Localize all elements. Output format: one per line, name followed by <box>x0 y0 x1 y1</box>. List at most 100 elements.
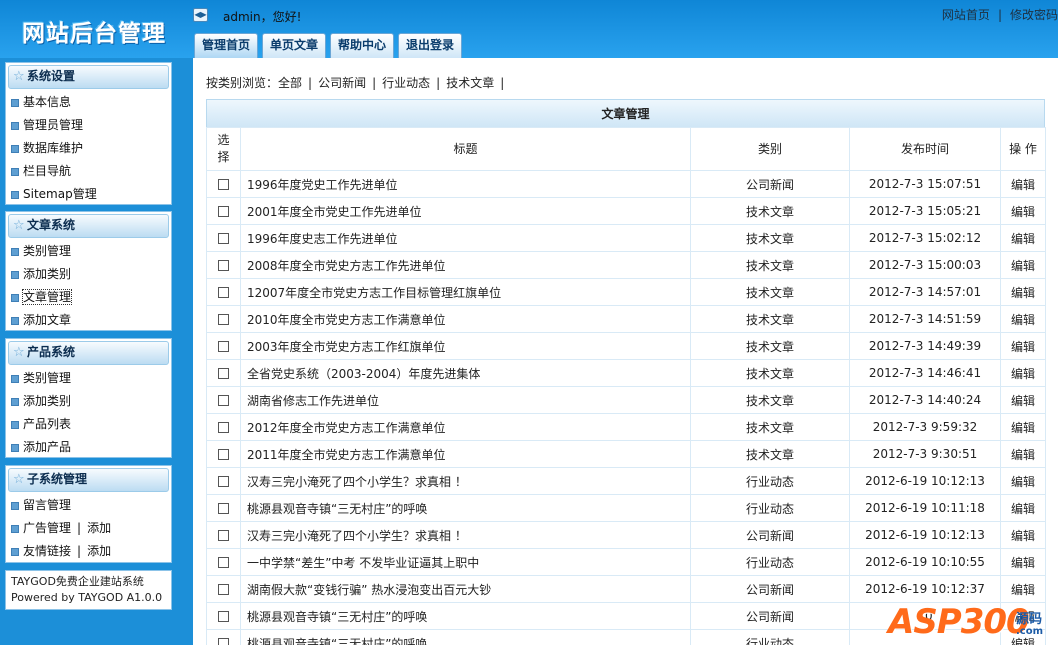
row-date: 2012-6-19 10:10:55 <box>849 548 1001 576</box>
row-edit-link[interactable]: 编辑 <box>1000 548 1046 576</box>
row-checkbox[interactable] <box>218 638 229 645</box>
header-select: 选择 <box>206 127 241 171</box>
row-title[interactable]: 汉寿三完小淹死了四个小学生？求真相 ！ <box>240 467 691 495</box>
row-edit-link[interactable]: 编辑 <box>1000 278 1046 306</box>
sidebar-item-sitemap[interactable]: Sitemap管理 <box>6 183 171 206</box>
row-checkbox[interactable] <box>218 314 229 325</box>
row-edit-link[interactable]: 编辑 <box>1000 251 1046 279</box>
row-title[interactable]: 湖南假大款“变钱行骗” 热水浸泡变出百元大钞 <box>240 575 691 603</box>
row-title[interactable]: 2003年度全市党史方志工作红旗单位 <box>240 332 691 360</box>
sidebar-item-label: 栏目导航 <box>23 164 72 178</box>
row-title[interactable]: 一中学禁“差生”中考 不发毕业证逼其上职中 <box>240 548 691 576</box>
filter-all[interactable]: 全部 <box>278 76 302 90</box>
sidebar-item-database[interactable]: 数据库维护 <box>6 137 171 160</box>
row-title[interactable]: 1996年度史志工作先进单位 <box>240 224 691 252</box>
row-category: 行业动态 <box>690 467 850 495</box>
sidebar-item-add-product[interactable]: 添加产品 <box>6 436 171 459</box>
row-category: 技术文章 <box>690 224 850 252</box>
row-title[interactable]: 全省党史系统（2003-2004）年度先进集体 <box>240 359 691 387</box>
row-edit-link[interactable]: 编辑 <box>1000 332 1046 360</box>
sidebar-item-label: 添加类别 <box>23 267 72 281</box>
tab-admin-home[interactable]: 管理首页 <box>194 33 259 58</box>
row-edit-link[interactable]: 编辑 <box>1000 224 1046 252</box>
row-category: 技术文章 <box>690 278 850 306</box>
row-edit-link[interactable]: 编辑 <box>1000 521 1046 549</box>
sidebar-toggle-icon[interactable]: ◀▶ <box>193 8 208 22</box>
row-edit-link[interactable]: 编辑 <box>1000 440 1046 468</box>
row-checkbox[interactable] <box>218 341 229 352</box>
filter-label: 按类别浏览： <box>206 76 279 90</box>
row-checkbox[interactable] <box>218 503 229 514</box>
row-checkbox[interactable] <box>218 449 229 460</box>
row-edit-link[interactable]: 编辑 <box>1000 359 1046 387</box>
sidebar-item-product-category[interactable]: 类别管理 <box>6 367 171 390</box>
row-title[interactable]: 2010年度全市党史方志工作满意单位 <box>240 305 691 333</box>
panel-title-label: 产品系统 <box>27 345 76 359</box>
filter-industry[interactable]: 行业动态 <box>382 76 430 90</box>
add-friend-link[interactable]: 添加 <box>87 544 111 558</box>
row-title[interactable]: 1996年度党史工作先进单位 <box>240 170 691 198</box>
row-checkbox[interactable] <box>218 179 229 190</box>
row-edit-link[interactable]: 编辑 <box>1000 494 1046 522</box>
sidebar-item-add-product-category[interactable]: 添加类别 <box>6 390 171 413</box>
row-checkbox[interactable] <box>218 611 229 622</box>
row-title[interactable]: 12007年度全市党史方志工作目标管理红旗单位 <box>240 278 691 306</box>
filter-tech[interactable]: 技术文章 <box>446 76 494 90</box>
row-title[interactable]: 汉寿三完小淹死了四个小学生？求真相 ！ <box>240 521 691 549</box>
row-checkbox[interactable] <box>218 584 229 595</box>
row-checkbox[interactable] <box>218 233 229 244</box>
row-checkbox[interactable] <box>218 287 229 298</box>
top-link-separator: | <box>997 8 1002 22</box>
sidebar-item-add-article[interactable]: 添加文章 <box>6 309 171 332</box>
row-edit-link[interactable]: 编辑 <box>1000 170 1046 198</box>
row-title[interactable]: 湖南省修志工作先进单位 <box>240 386 691 414</box>
star-icon: ☆ <box>13 218 25 233</box>
home-link[interactable]: 网站首页 <box>942 8 990 22</box>
sidebar-item-article-category[interactable]: 类别管理 <box>6 240 171 263</box>
row-checkbox[interactable] <box>218 368 229 379</box>
sidebar-item-label: 类别管理 <box>23 371 72 385</box>
change-password-link[interactable]: 修改密码 <box>1010 8 1058 22</box>
row-date: 2012-7-3 15:02:12 <box>849 224 1001 252</box>
sidebar-item-label: 管理员管理 <box>23 118 84 132</box>
row-checkbox[interactable] <box>218 422 229 433</box>
row-title[interactable]: 2011年度全市党史方志工作满意单位 <box>240 440 691 468</box>
sidebar-item-guestbook[interactable]: 留言管理 <box>6 494 171 517</box>
row-title[interactable]: 桃源县观音寺镇“三无村庄”的呼唤 <box>240 629 691 645</box>
row-checkbox[interactable] <box>218 206 229 217</box>
row-title[interactable]: 桃源县观音寺镇“三无村庄”的呼唤 <box>240 494 691 522</box>
table-row: 2001年度全市党史工作先进单位 技术文章 2012-7-3 15:05:21 编辑 <box>206 197 1046 225</box>
row-title[interactable]: 2012年度全市党史方志工作满意单位 <box>240 413 691 441</box>
row-title[interactable]: 2008年度全市党史方志工作先进单位 <box>240 251 691 279</box>
row-title[interactable]: 2001年度全市党史工作先进单位 <box>240 197 691 225</box>
sidebar-item-basic-info[interactable]: 基本信息 <box>6 91 171 114</box>
add-ad-link[interactable]: 添加 <box>87 521 111 535</box>
sidebar-item-ads[interactable]: 广告管理 | 添加 <box>6 517 171 540</box>
sidebar-item-friend-links[interactable]: 友情链接 | 添加 <box>6 540 171 563</box>
table-row: 桃源县观音寺镇“三无村庄”的呼唤 行业动态 2012-6-19 10:11:18 编辑 <box>206 494 1046 522</box>
row-checkbox[interactable] <box>218 476 229 487</box>
sidebar-item-product-list[interactable]: 产品列表 <box>6 413 171 436</box>
filter-company-news[interactable]: 公司新闻 <box>318 76 366 90</box>
row-checkbox[interactable] <box>218 260 229 271</box>
tab-logout[interactable]: 退出登录 <box>398 33 463 58</box>
row-category: 公司新闻 <box>690 521 850 549</box>
row-title[interactable]: 桃源县观音寺镇“三无村庄”的呼唤 <box>240 602 691 630</box>
tab-single-page[interactable]: 单页文章 <box>262 33 327 58</box>
bullet-icon <box>11 122 19 130</box>
sidebar-item-navigation[interactable]: 栏目导航 <box>6 160 171 183</box>
row-edit-link[interactable]: 编辑 <box>1000 386 1046 414</box>
row-checkbox[interactable] <box>218 557 229 568</box>
sidebar-item-admin-manage[interactable]: 管理员管理 <box>6 114 171 137</box>
row-select-cell <box>206 386 241 414</box>
sidebar-item-article-manage[interactable]: 文章管理 <box>6 286 171 309</box>
row-select-cell <box>206 224 241 252</box>
row-edit-link[interactable]: 编辑 <box>1000 467 1046 495</box>
tab-help-center[interactable]: 帮助中心 <box>330 33 395 58</box>
row-checkbox[interactable] <box>218 395 229 406</box>
sidebar-item-add-article-category[interactable]: 添加类别 <box>6 263 171 286</box>
row-edit-link[interactable]: 编辑 <box>1000 413 1046 441</box>
row-checkbox[interactable] <box>218 530 229 541</box>
row-edit-link[interactable]: 编辑 <box>1000 197 1046 225</box>
row-edit-link[interactable]: 编辑 <box>1000 305 1046 333</box>
